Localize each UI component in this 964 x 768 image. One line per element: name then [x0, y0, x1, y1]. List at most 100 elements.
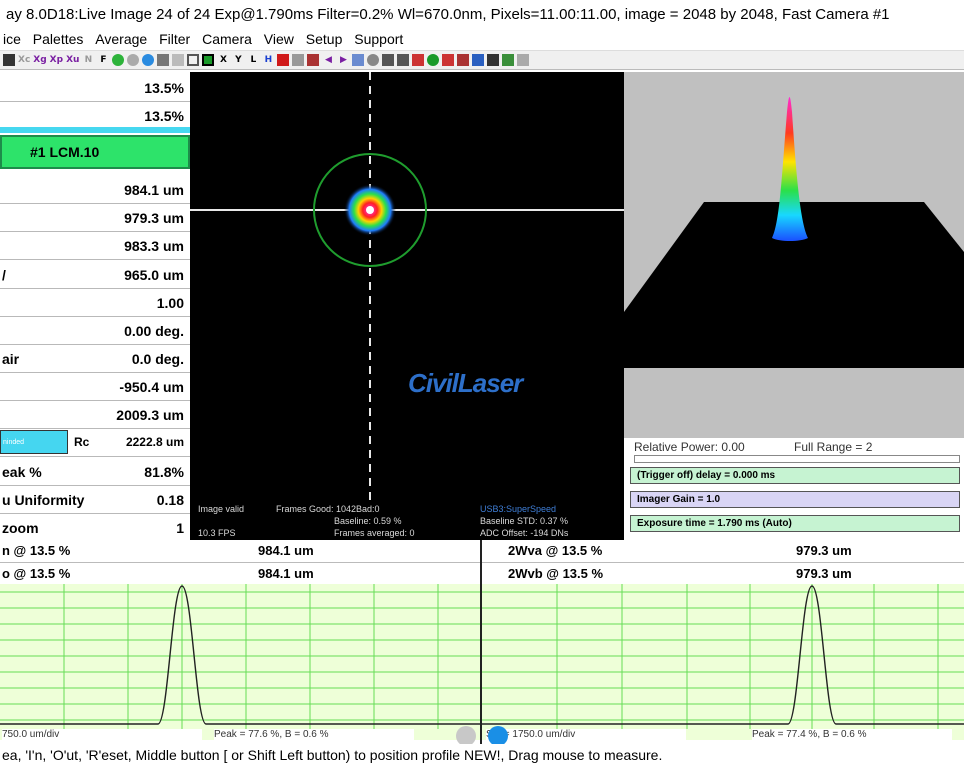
plus-icon[interactable] [427, 54, 440, 66]
print2-icon[interactable] [397, 54, 410, 66]
toolbar-x[interactable]: X [217, 53, 229, 67]
menu-palettes[interactable]: Palettes [33, 28, 84, 50]
width-value: 984.1 um [258, 566, 314, 581]
print-icon[interactable] [382, 54, 395, 66]
parameter-panel: 13.5% 13.5% #1 LCM.10 984.1 um 979.3 um … [0, 72, 190, 542]
frames-good-text: Frames Good: 1042Bad:0 [276, 504, 380, 514]
palette-icon[interactable] [472, 54, 485, 66]
toolbar-xu[interactable]: Xu [66, 53, 79, 67]
vertical-profile-plot[interactable] [482, 584, 964, 740]
horizontal-profile-plot[interactable] [0, 584, 480, 740]
chart-icon[interactable] [502, 54, 515, 66]
vertical-profile-curve [482, 585, 964, 725]
baseline-std-text: Baseline STD: 0.37 % [480, 516, 569, 526]
param-row[interactable]: 13.5% [0, 74, 190, 102]
grid-icon[interactable] [307, 54, 320, 66]
toolbar-f[interactable]: F [97, 53, 109, 67]
param-row[interactable]: air 0.0 deg. [0, 345, 190, 373]
menu-view[interactable]: View [264, 28, 294, 50]
red-square-icon[interactable] [277, 54, 290, 66]
arrow-left-icon[interactable]: ◀ [322, 53, 334, 67]
param-value: 81.8% [144, 464, 184, 480]
grey-circle-icon[interactable] [127, 54, 140, 66]
frames-averaged-text: Frames averaged: 0 [334, 528, 415, 538]
horizontal-peak-label: Peak = 77.6 %, B = 0.6 % [214, 729, 414, 741]
param-row[interactable]: 979.3 um [0, 204, 190, 232]
param-label: eak % [2, 464, 42, 480]
param-row[interactable]: 983.3 um [0, 232, 190, 260]
beam-image [190, 72, 624, 502]
param-row[interactable]: 13.5% [0, 102, 190, 130]
printer-icon[interactable] [157, 54, 170, 66]
param-row[interactable]: / 965.0 um [0, 261, 190, 289]
usb-status-text: USB3:SuperSpeed [480, 504, 557, 514]
display-icon[interactable] [487, 54, 500, 66]
toolbar: Xc Xg Xp Xu N F X Y L H ◀ ▶ [0, 50, 964, 70]
param-row[interactable]: u Uniformity 0.18 [0, 486, 190, 514]
param-row-active[interactable]: #1 LCM.10 [0, 135, 190, 169]
toolbar-l[interactable]: L [247, 53, 259, 67]
save-icon[interactable] [3, 54, 15, 66]
image-icon[interactable] [412, 54, 425, 66]
frame-icon[interactable] [187, 54, 200, 66]
imager-gain-slider[interactable]: Imager Gain = 1.0 [630, 491, 960, 508]
marker-icon[interactable] [442, 54, 455, 66]
menu-setup[interactable]: Setup [306, 28, 343, 50]
param-row[interactable]: zoom 1 [0, 514, 190, 542]
param-row[interactable]: eak % 81.8% [0, 458, 190, 486]
param-row[interactable]: 2009.3 um [0, 401, 190, 429]
param-row[interactable]: 984.1 um [0, 176, 190, 204]
toolbar-n[interactable]: N [82, 53, 94, 67]
param-row[interactable]: 1.00 [0, 289, 190, 317]
green-circle-icon[interactable] [112, 54, 125, 66]
param-row[interactable]: 0.00 deg. [0, 317, 190, 345]
toolbar-y[interactable]: Y [232, 53, 244, 67]
scroll-indicator-grey[interactable] [456, 726, 476, 746]
param-label: / [2, 267, 6, 283]
toolbar-h[interactable]: H [262, 53, 274, 67]
vertical-scale-label: S e = 1750.0 um/div [486, 729, 686, 741]
horizontal-profile-curve [0, 585, 480, 725]
rc-row[interactable]: ninded Rc 2222.8 um [0, 427, 190, 457]
menu-camera[interactable]: Camera [202, 28, 252, 50]
blue-circle-icon[interactable] [142, 54, 155, 66]
3d-profile-view[interactable] [624, 72, 964, 438]
param-value: 983.3 um [124, 238, 184, 254]
param-value: 979.3 um [124, 210, 184, 226]
menu-device[interactable]: ice [3, 28, 21, 50]
menu-average[interactable]: Average [95, 28, 147, 50]
circle-icon[interactable] [367, 54, 380, 66]
relative-power-bar [634, 455, 960, 463]
grey-square-icon[interactable] [292, 54, 305, 66]
arrow-down-icon[interactable] [517, 54, 530, 66]
width-row: o @ 13.5 % 984.1 um [0, 563, 480, 586]
menu-bar: ice Palettes Average Filter Camera View … [0, 28, 964, 50]
watermark-logo: CivilLaser [408, 368, 523, 398]
width-label: n @ 13.5 % [2, 543, 71, 558]
settings-icon[interactable] [457, 54, 470, 66]
copy-icon[interactable] [352, 54, 365, 66]
full-range-label: Full Range = 2 [794, 440, 873, 454]
lock-icon[interactable] [172, 54, 185, 66]
width-row: n @ 13.5 % 984.1 um [0, 540, 480, 563]
toolbar-xp[interactable]: Xp [50, 53, 63, 67]
menu-support[interactable]: Support [354, 28, 403, 50]
trigger-delay-slider[interactable]: (Trigger off) delay = 0.000 ms [630, 467, 960, 484]
rc-indicator[interactable]: ninded [0, 430, 68, 454]
menu-filter[interactable]: Filter [159, 28, 190, 50]
toolbar-xg[interactable]: Xg [33, 53, 46, 67]
arrow-right-icon[interactable]: ▶ [337, 53, 349, 67]
param-value: 965.0 um [124, 267, 184, 283]
control-panel: Relative Power: 0.00 Full Range = 2 (Tri… [624, 438, 964, 540]
param-row[interactable]: -950.4 um [0, 373, 190, 401]
beam-image-view[interactable]: CivilLaser Image valid 10.3 FPS Frames G… [190, 72, 624, 540]
exposure-time-slider[interactable]: Exposure time = 1.790 ms (Auto) [630, 515, 960, 532]
toolbar-xc[interactable]: Xc [18, 53, 30, 67]
profile-grid [482, 584, 964, 729]
beam-center [366, 206, 374, 214]
param-value: 1.00 [156, 295, 184, 311]
width-label: o @ 13.5 % [2, 566, 71, 581]
param-label: #1 LCM.10 [30, 144, 100, 160]
green-square-icon[interactable] [202, 54, 215, 66]
scroll-indicator-blue[interactable] [488, 726, 508, 746]
